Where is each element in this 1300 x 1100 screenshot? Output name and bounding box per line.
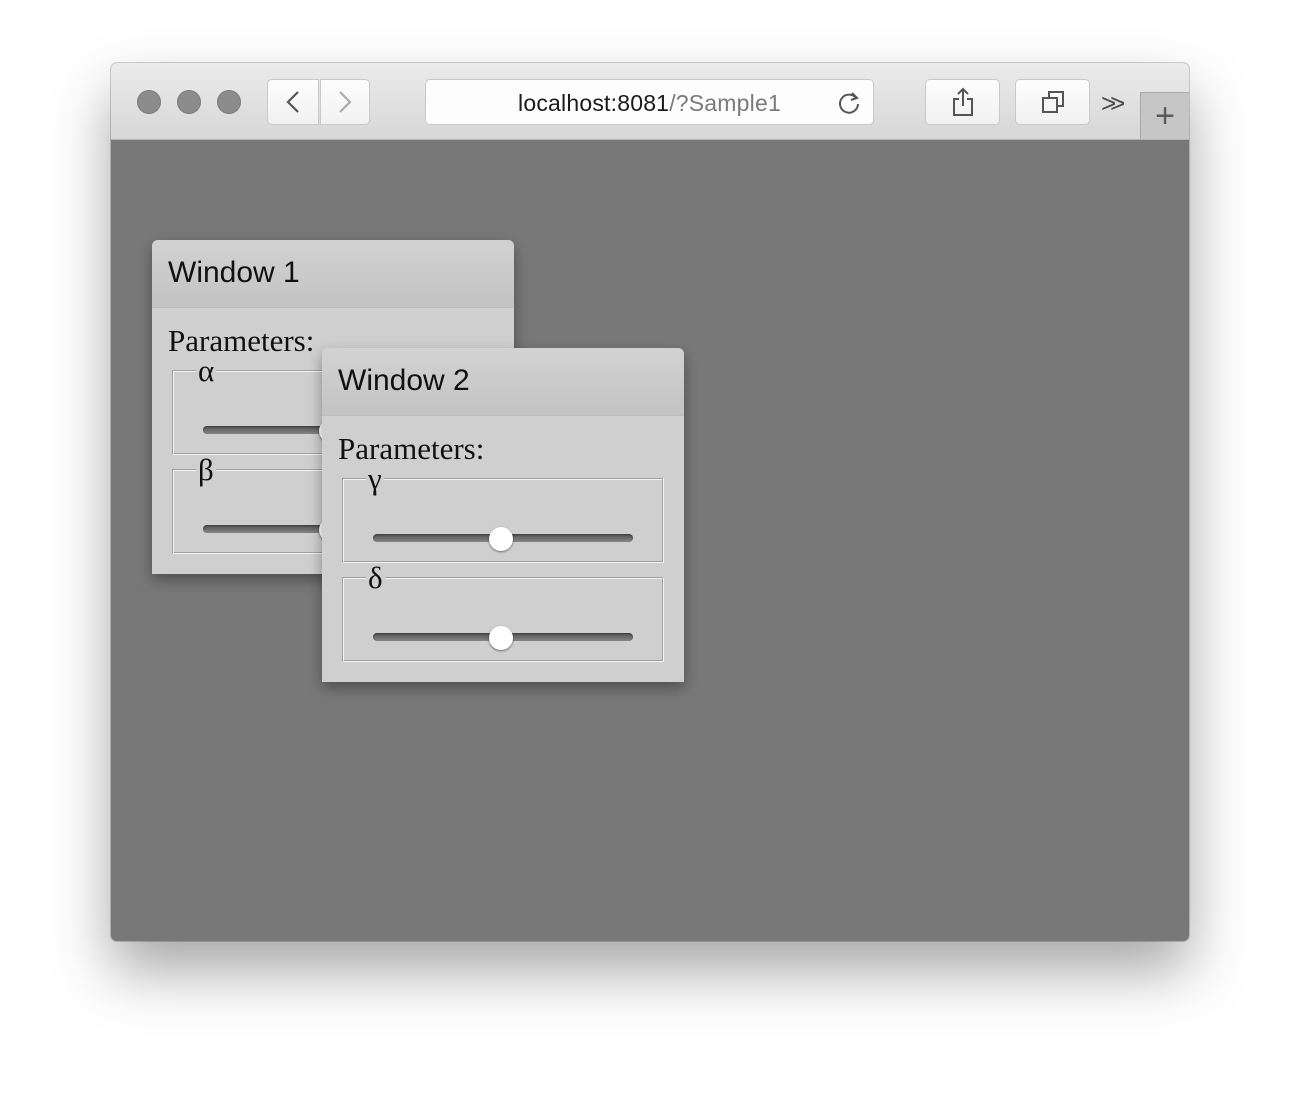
url-path: /?Sample1: [669, 90, 781, 116]
window-2[interactable]: Window 2 Parameters: γ δ: [322, 348, 684, 682]
tabs-icon: [1041, 91, 1064, 113]
chevron-right-icon: [339, 91, 352, 113]
window-title[interactable]: Window 1: [152, 240, 514, 308]
window-title[interactable]: Window 2: [322, 348, 684, 416]
parameter-alpha-label: α: [198, 353, 215, 388]
share-icon: [952, 87, 973, 116]
reload-icon[interactable]: [835, 89, 863, 117]
parameter-slider-thumb[interactable]: [489, 626, 513, 650]
tabs-overview-button[interactable]: [1015, 79, 1090, 125]
plus-icon: +: [1155, 97, 1175, 135]
browser-window: localhost:8081/?Sample1 >> + Window 1 Pa…: [111, 63, 1189, 941]
address-bar[interactable]: localhost:8081/?Sample1: [425, 79, 874, 125]
chevron-left-icon: [286, 91, 299, 113]
back-button[interactable]: [267, 79, 319, 125]
parameter-delta-label: δ: [368, 560, 383, 595]
parameters-label: Parameters:: [338, 431, 485, 466]
overflow-chevron-icon[interactable]: >>: [1101, 88, 1126, 119]
zoom-window-button[interactable]: [217, 90, 241, 114]
parameter-delta-group: δ: [342, 560, 664, 662]
parameter-beta-label: β: [198, 452, 214, 487]
parameter-gamma-label: γ: [368, 461, 382, 496]
window-body: Parameters: γ δ: [322, 416, 684, 682]
minimize-window-button[interactable]: [177, 90, 201, 114]
url-text: localhost:8081/?Sample1: [426, 80, 873, 126]
url-host: localhost:8081: [518, 90, 670, 116]
share-button[interactable]: [925, 79, 1000, 125]
close-window-button[interactable]: [137, 90, 161, 114]
parameter-gamma-group: γ: [342, 461, 664, 563]
parameter-slider-thumb[interactable]: [489, 527, 513, 551]
forward-button[interactable]: [320, 79, 370, 125]
browser-toolbar: localhost:8081/?Sample1 >> +: [111, 63, 1189, 140]
new-tab-button[interactable]: +: [1140, 92, 1189, 139]
